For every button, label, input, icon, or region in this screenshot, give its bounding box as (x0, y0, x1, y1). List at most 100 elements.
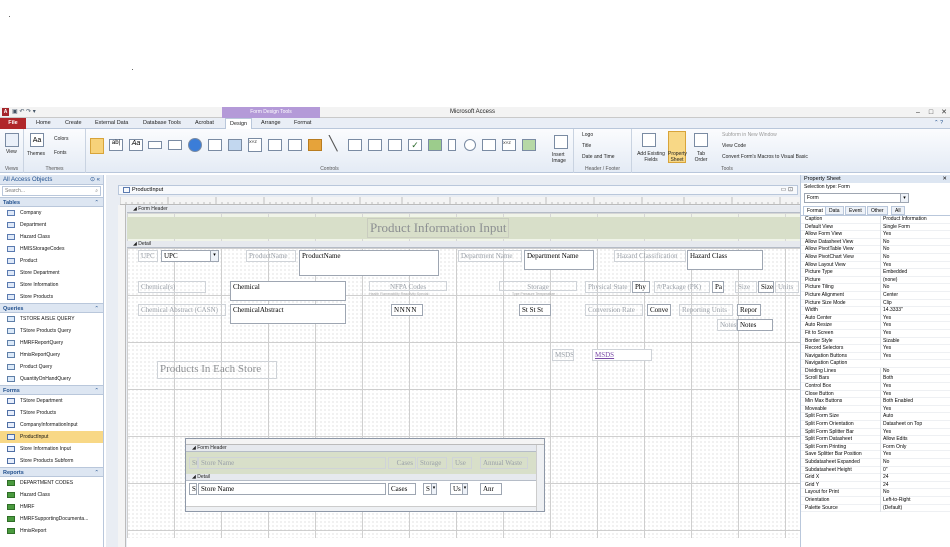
property-row[interactable]: Picture (none) (801, 276, 950, 285)
nav-item[interactable]: Hazard Class (0, 489, 103, 501)
colors-button[interactable]: Colors (54, 136, 68, 142)
close-button[interactable]: ✕ (938, 107, 950, 118)
products-each-store-label[interactable]: Products In Each Store (157, 361, 277, 379)
nav-item[interactable]: Store Information (0, 279, 103, 291)
option-group-icon[interactable]: XYZ (248, 138, 262, 152)
property-value[interactable]: Both Enabled (880, 398, 950, 406)
units-label[interactable]: Units (775, 281, 799, 293)
combo-box-icon[interactable] (288, 139, 302, 151)
nfpa-values-field[interactable]: N N N N (391, 304, 423, 316)
property-row[interactable]: Subdatasheet Expanded No (801, 459, 950, 467)
property-row[interactable]: Min Max Buttons Both Enabled (801, 398, 950, 406)
nav-item[interactable]: HMISStorageCodes (0, 243, 103, 255)
sub-header-st[interactable]: St (189, 457, 198, 469)
nav-item[interactable]: Hazard Class (0, 231, 103, 243)
property-value[interactable]: Yes (880, 405, 950, 414)
property-row[interactable]: Moveable Yes (801, 405, 950, 414)
property-value[interactable]: 14.3333" (880, 307, 950, 315)
property-row[interactable]: Allow PivotChart View No (801, 253, 950, 262)
property-sheet-button[interactable]: Property Sheet (668, 151, 687, 163)
nav-item[interactable]: Store Products (0, 291, 103, 303)
property-value[interactable]: No (880, 246, 950, 254)
property-row[interactable]: Auto Resize Yes (801, 322, 950, 330)
help-icon[interactable]: ⌃ ? (930, 118, 947, 129)
property-row[interactable]: Navigation Buttons Yes (801, 352, 950, 361)
property-value[interactable]: Both (880, 375, 950, 384)
property-row[interactable]: Split Form Printing Form Only (801, 443, 950, 452)
nav-item[interactable]: TStore Products Query (0, 325, 103, 337)
property-value[interactable]: No (880, 459, 950, 467)
nav-pane-header[interactable]: All Access Objects ⊙ « (0, 175, 103, 185)
nav-item[interactable]: TStore Department (0, 395, 103, 407)
list-box-icon[interactable] (368, 139, 382, 151)
conversion-rate-label[interactable]: Conversion Rate (585, 304, 643, 316)
productname-field[interactable]: ProductName (299, 250, 439, 276)
document-window-controls[interactable]: ▭ ⊡ (781, 186, 793, 193)
check-box-icon[interactable]: ✓ (408, 139, 422, 151)
sub-field-store-name[interactable]: Store Name (198, 483, 386, 495)
nav-item[interactable]: Company (0, 207, 103, 219)
nav-item[interactable]: TStore Products (0, 407, 103, 419)
hyperlink-control-icon[interactable] (188, 138, 202, 152)
tab-control-icon[interactable] (168, 140, 182, 150)
close-icon[interactable]: ✕ (942, 175, 947, 183)
property-row[interactable]: Picture Alignment Center (801, 291, 950, 300)
button-control-icon[interactable] (148, 141, 162, 149)
tab-external-data[interactable]: External Data (91, 118, 132, 129)
ps-tab-other[interactable]: Other (867, 206, 888, 215)
property-value[interactable]: Yes (880, 383, 950, 391)
property-row[interactable]: Split Form Splitter Bar Yes (801, 428, 950, 437)
nfpa-codes-label[interactable]: NFPA Codes (369, 281, 447, 291)
view-icon[interactable] (5, 133, 19, 147)
insert-image-button[interactable]: Insert Image (552, 152, 572, 164)
physical-state-label[interactable]: Physical State (585, 281, 631, 293)
property-value[interactable]: Yes (880, 345, 950, 353)
quick-access-toolbar[interactable]: ▣ ↶ ↷ ▾ (12, 108, 36, 115)
msds-label[interactable]: MSDS (552, 349, 574, 361)
property-value[interactable]: Datasheet on Top (880, 421, 950, 429)
subform-icon[interactable] (482, 139, 496, 151)
add-existing-fields-icon[interactable] (642, 133, 656, 147)
line-control-icon[interactable]: ╲ (329, 135, 337, 152)
add-existing-fields-button[interactable]: Add Existing Fields (634, 151, 668, 163)
chevron-down-icon[interactable]: ▾ (462, 484, 467, 494)
conversion-rate-field[interactable]: Conve (647, 304, 671, 316)
image-control-icon[interactable] (522, 139, 536, 151)
property-value[interactable]: (Default) (880, 504, 950, 513)
nav-search-input[interactable]: Search... ⌕ (2, 186, 101, 196)
tab-acrobat[interactable]: Acrobat (191, 118, 218, 129)
sub-field-storage[interactable]: S ▾ (423, 483, 437, 495)
property-row[interactable]: Allow Form View Yes (801, 231, 950, 239)
property-value[interactable]: Allow Edits (880, 436, 950, 444)
tab-design[interactable]: Design (225, 118, 253, 129)
nav-item[interactable]: CompanyInformationInput (0, 419, 103, 431)
property-value[interactable]: Yes (880, 314, 950, 323)
property-value[interactable]: No (880, 489, 950, 497)
date-time-button[interactable]: Date and Time (582, 154, 615, 160)
subform-vertical-scrollbar[interactable] (536, 445, 544, 511)
sub-header-cases[interactable]: Cases (388, 457, 416, 469)
detail-band[interactable]: ◢ Detail (127, 241, 800, 248)
ps-tab-data[interactable]: Data (825, 206, 844, 215)
property-row[interactable]: Split Form Datasheet Allow Edits (801, 436, 950, 444)
property-row[interactable]: Navigation Caption (801, 360, 950, 368)
property-row[interactable]: Picture Tiling No (801, 284, 950, 292)
sub-header-store-name[interactable]: Store Name (198, 457, 386, 469)
hazard-label[interactable]: Hazard Classification (614, 250, 686, 262)
reporting-units-field[interactable]: Repor (737, 304, 761, 316)
fonts-button[interactable]: Fonts (54, 150, 67, 156)
property-value[interactable]: Embedded (880, 269, 950, 277)
chemical-abstract-label[interactable]: Chemical Abstract (CASN) (138, 304, 226, 316)
insert-image-icon[interactable] (554, 135, 568, 149)
view-button[interactable]: View (6, 149, 17, 155)
property-value[interactable]: Yes (880, 322, 950, 330)
chevron-down-icon[interactable]: ▾ (900, 194, 908, 202)
nav-item[interactable]: HmisReport (0, 525, 103, 537)
tab-format[interactable]: Format (290, 118, 315, 129)
property-value[interactable]: Center (880, 291, 950, 300)
storage-label[interactable]: Storage (499, 281, 577, 291)
form-header-band[interactable]: ◢ Form Header (127, 206, 800, 213)
property-row[interactable]: Picture Type Embedded (801, 269, 950, 277)
property-row[interactable]: Palette Source (Default) (801, 504, 950, 513)
form-title-label[interactable]: Product Information Input (367, 218, 510, 238)
